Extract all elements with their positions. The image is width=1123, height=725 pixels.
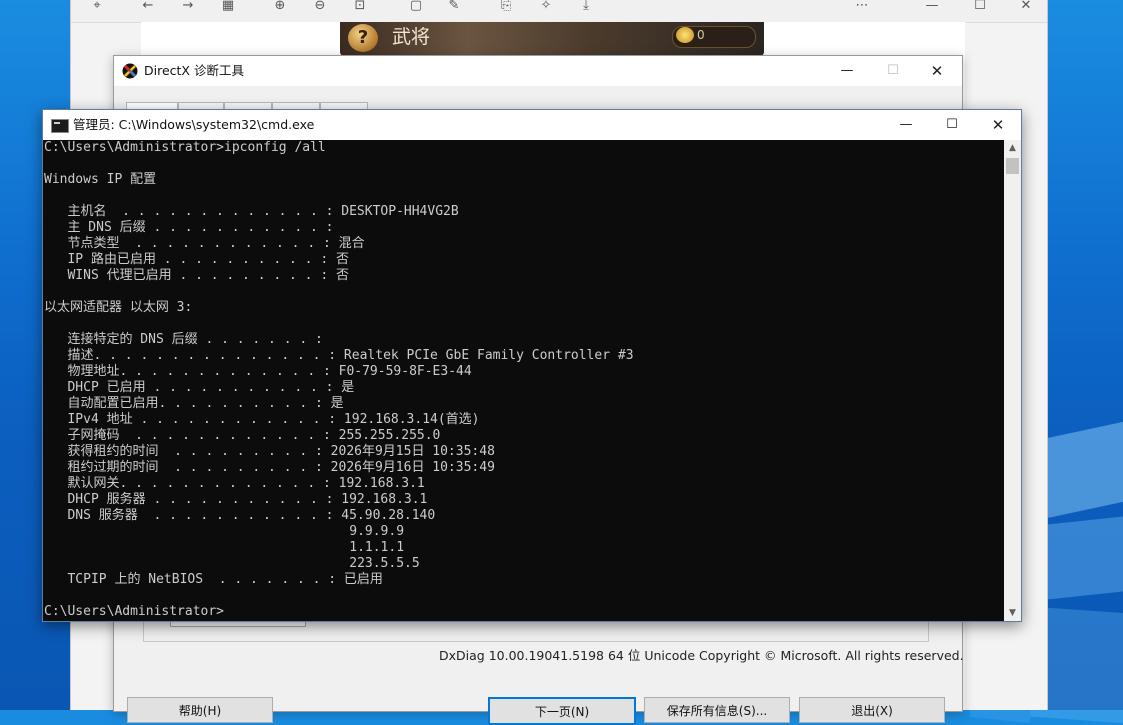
console-line: 租约过期的时间 . . . . . . . . . : 2026年9月16日 1… (44, 460, 495, 475)
vertical-scrollbar[interactable]: ▲ ▼ (1004, 140, 1021, 621)
viewer-toolbar: ⌖ ← → ▦ ⊕ ⊖ ⊡ ▢ ✎ ⎘ ✧ ⤓ ⋯ — ☐ ✕ (71, 0, 1047, 23)
maximize-icon[interactable]: ☐ (971, 0, 989, 14)
scroll-down-arrow-icon[interactable]: ▼ (1004, 605, 1021, 621)
console-text: C:\Users\Administrator>ipconfig /all Wind… (43, 140, 1004, 620)
console-line: 连接特定的 DNS 后缀 . . . . . . . : (44, 332, 323, 347)
fit-screen-icon[interactable]: ⊡ (351, 0, 369, 14)
console-line: IP 路由已启用 . . . . . . . . . . : 否 (44, 252, 349, 267)
export-icon[interactable]: ⎘ (497, 0, 515, 14)
dxdiag-copyright: DxDiag 10.00.19041.5198 64 位 Unicode Cop… (439, 648, 964, 663)
coin-icon (676, 27, 694, 43)
console-line: 9.9.9.9 (44, 524, 405, 539)
directx-logo-icon (122, 63, 138, 79)
back-arrow-icon[interactable]: ← (139, 0, 157, 14)
minimize-button[interactable]: — (824, 56, 870, 86)
close-button[interactable]: ✕ (975, 110, 1021, 140)
close-button[interactable]: ✕ (914, 56, 960, 86)
console-line: 获得租约的时间 . . . . . . . . . : 2026年9月15日 1… (44, 444, 495, 459)
zoom-out-icon[interactable]: ⊖ (311, 0, 329, 14)
help-button[interactable]: 帮助(H) (127, 697, 273, 723)
cmd-titlebar[interactable]: 管理员: C:\Windows\system32\cmd.exe — ☐ ✕ (43, 110, 1021, 140)
console-line: 物理地址. . . . . . . . . . . . . : F0-79-59… (44, 364, 472, 379)
scroll-up-arrow-icon[interactable]: ▲ (1004, 140, 1021, 156)
game-banner-title: 武将 (392, 26, 431, 48)
console-line: 默认网关. . . . . . . . . . . . . : 192.168.… (44, 476, 425, 491)
save-all-info-button[interactable]: 保存所有信息(S)... (644, 697, 790, 723)
enhance-icon[interactable]: ✧ (537, 0, 555, 14)
console-output[interactable]: C:\Users\Administrator>ipconfig /all Wind… (43, 140, 1004, 621)
zoom-in-icon[interactable]: ⊕ (271, 0, 289, 14)
exit-button[interactable]: 退出(X) (799, 697, 945, 723)
coin-value: 0 (697, 28, 705, 42)
forward-arrow-icon[interactable]: → (179, 0, 197, 14)
console-line: WINS 代理已启用 . . . . . . . . . : 否 (44, 268, 349, 283)
console-line: 223.5.5.5 (44, 556, 420, 571)
maximize-button[interactable]: ☐ (870, 56, 916, 86)
console-line: 主 DNS 后缀 . . . . . . . . . . . : (44, 220, 334, 235)
window-title: 管理员: C:\Windows\system32\cmd.exe (73, 117, 315, 132)
console-line: DHCP 已启用 . . . . . . . . . . . : 是 (44, 380, 355, 395)
cmd-window: 管理员: C:\Windows\system32\cmd.exe — ☐ ✕ C… (42, 109, 1022, 622)
desktop-light-ray (1040, 420, 1123, 520)
console-line: 主机名 . . . . . . . . . . . . . : DESKTOP-… (44, 204, 459, 219)
edit-icon[interactable]: ✎ (445, 0, 463, 14)
desktop-light-ray (1045, 515, 1123, 600)
console-line: C:\Users\Administrator> (44, 604, 225, 619)
console-line: 描述. . . . . . . . . . . . . . . : Realte… (44, 348, 634, 363)
scrollbar-thumb[interactable] (1006, 158, 1019, 174)
next-page-button[interactable]: 下一页(N) (488, 697, 636, 725)
save-icon[interactable]: ⤓ (577, 0, 595, 14)
maximize-button[interactable]: ☐ (929, 110, 975, 140)
console-line: DNS 服务器 . . . . . . . . . . . : 45.90.28… (44, 508, 436, 523)
minimize-button[interactable]: — (883, 110, 929, 140)
window-title: DirectX 诊断工具 (144, 63, 244, 78)
console-line: IPv4 地址 . . . . . . . . . . . . : 192.16… (44, 412, 480, 427)
close-icon[interactable]: ✕ (1017, 0, 1035, 14)
console-line: Windows IP 配置 (44, 172, 157, 187)
pin-icon[interactable]: ⌖ (88, 0, 106, 14)
dxdiag-titlebar[interactable]: DirectX 诊断工具 — ☐ ✕ (114, 56, 962, 86)
crop-icon[interactable]: ▢ (407, 0, 425, 14)
console-line: 自动配置已启用. . . . . . . . . . : 是 (44, 396, 344, 411)
console-line: 节点类型 . . . . . . . . . . . . : 混合 (44, 236, 365, 251)
console-line: 子网掩码 . . . . . . . . . . . . : 255.255.2… (44, 428, 441, 443)
console-icon (51, 119, 69, 133)
minimize-icon[interactable]: — (923, 0, 941, 14)
console-line: DHCP 服务器 . . . . . . . . . . . : 192.168… (44, 492, 428, 507)
console-line: 1.1.1.1 (44, 540, 405, 555)
console-line: TCPIP 上的 NetBIOS . . . . . . . : 已启用 (44, 572, 383, 587)
more-icon[interactable]: ⋯ (853, 0, 871, 14)
console-line: 以太网适配器 以太网 3: (44, 300, 193, 315)
grid-view-icon[interactable]: ▦ (219, 0, 237, 14)
console-line: C:\Users\Administrator>ipconfig /all (44, 140, 326, 155)
help-badge-icon: ? (348, 24, 378, 52)
